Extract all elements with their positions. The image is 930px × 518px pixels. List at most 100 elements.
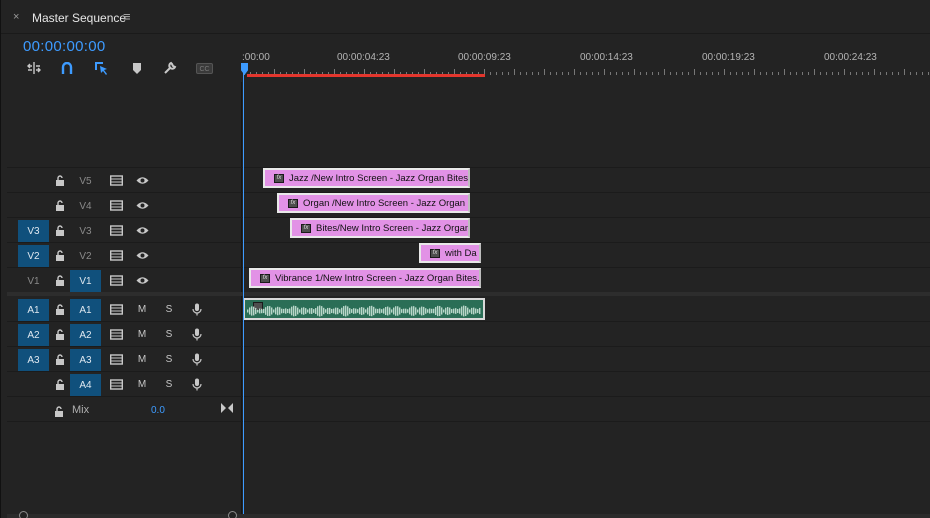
lock-icon[interactable]: [53, 273, 67, 287]
eye-icon[interactable]: [135, 273, 149, 287]
waveform-bar: [253, 306, 255, 316]
source-patch-a2[interactable]: A2: [18, 324, 49, 346]
clip-label: Vibrance 1/New Intro Screen - Jazz Organ…: [275, 272, 481, 284]
lock-icon[interactable]: [53, 327, 67, 341]
source-patch-v1[interactable]: V1: [18, 270, 49, 292]
timeline-panel: × Master Sequence ≡ 00:00:00:00 CC :00:0…: [0, 0, 930, 518]
waveform-bar: [347, 306, 349, 316]
waveform-bar: [369, 306, 371, 316]
sync-lock-icon[interactable]: [109, 273, 123, 287]
voiceover-mic-icon[interactable]: [190, 327, 204, 341]
captions-icon[interactable]: CC: [195, 61, 213, 75]
source-patch-a3[interactable]: A3: [18, 349, 49, 371]
waveform-bar: [307, 309, 309, 313]
sync-lock-icon[interactable]: [109, 352, 123, 366]
video-clip-v4[interactable]: fx Organ /New Intro Screen - Jazz Organ: [277, 193, 470, 213]
source-patch-v2[interactable]: V2: [18, 245, 49, 267]
sync-lock-icon[interactable]: [109, 248, 123, 262]
settings-wrench-icon[interactable]: [162, 61, 178, 75]
source-patch-a1[interactable]: A1: [18, 299, 49, 321]
source-patch-v3[interactable]: V3: [18, 220, 49, 242]
waveform-bar: [263, 308, 265, 314]
track-target-a1[interactable]: A1: [70, 299, 101, 321]
eye-icon[interactable]: [135, 248, 149, 262]
waveform-bar: [417, 309, 419, 313]
playhead-line[interactable]: [243, 72, 244, 518]
video-clip-v5[interactable]: fx Jazz /New Intro Screen - Jazz Organ Bi…: [263, 168, 470, 188]
track-target-v3[interactable]: V3: [70, 220, 101, 242]
audio-clip[interactable]: [243, 298, 485, 320]
sequence-tab-title[interactable]: Master Sequence: [32, 11, 126, 25]
mute-button[interactable]: M: [135, 377, 149, 391]
lock-icon[interactable]: [53, 198, 67, 212]
add-marker-icon[interactable]: [129, 61, 145, 75]
lock-icon[interactable]: [53, 248, 67, 262]
lock-icon[interactable]: [53, 223, 67, 237]
waveform-bar: [391, 309, 393, 313]
video-audio-divider[interactable]: [7, 292, 930, 296]
mute-button[interactable]: M: [135, 302, 149, 316]
snap-icon[interactable]: [59, 61, 75, 75]
waveform-bar: [357, 309, 359, 313]
collapse-icon[interactable]: [221, 400, 233, 418]
playhead-timecode[interactable]: 00:00:00:00: [23, 38, 106, 55]
panel-tab-bar: × Master Sequence ≡: [1, 0, 930, 34]
waveform-bar: [475, 308, 477, 314]
solo-button[interactable]: S: [162, 377, 176, 391]
horizontal-scrollbar[interactable]: [7, 514, 930, 518]
row-divider: [7, 396, 930, 397]
sync-lock-icon[interactable]: [109, 377, 123, 391]
mute-button[interactable]: M: [135, 327, 149, 341]
eye-icon[interactable]: [135, 198, 149, 212]
track-target-a2[interactable]: A2: [70, 324, 101, 346]
waveform-bar: [271, 307, 273, 315]
voiceover-mic-icon[interactable]: [190, 302, 204, 316]
video-clip-v2[interactable]: fx with Da: [419, 243, 481, 263]
sync-lock-icon[interactable]: [109, 302, 123, 316]
lock-icon[interactable]: [53, 173, 67, 187]
sync-lock-icon[interactable]: [109, 327, 123, 341]
solo-button[interactable]: S: [162, 302, 176, 316]
video-clip-v3[interactable]: fx Bites/New Intro Screen - Jazz Organ: [290, 218, 470, 238]
waveform-bar: [335, 307, 337, 315]
voiceover-mic-icon[interactable]: [190, 377, 204, 391]
track-target-v5[interactable]: V5: [70, 170, 101, 192]
sync-lock-icon[interactable]: [109, 173, 123, 187]
waveform-bar: [249, 307, 251, 315]
lock-icon[interactable]: [54, 404, 66, 417]
lock-icon[interactable]: [53, 352, 67, 366]
track-target-a4[interactable]: A4: [70, 374, 101, 396]
header-divider[interactable]: [241, 82, 242, 518]
sync-lock-icon[interactable]: [109, 223, 123, 237]
lock-icon[interactable]: [53, 302, 67, 316]
waveform-bar: [371, 305, 373, 317]
work-area-bar[interactable]: [247, 74, 485, 77]
waveform-bar: [363, 307, 365, 315]
video-clip-v1[interactable]: fx Vibrance 1/New Intro Screen - Jazz Org…: [249, 268, 481, 288]
track-target-v2[interactable]: V2: [70, 245, 101, 267]
waveform-bar: [477, 309, 479, 313]
clip-label: Organ /New Intro Screen - Jazz Organ: [303, 197, 466, 209]
waveform-bar: [387, 306, 389, 316]
insert-edit-icon[interactable]: [26, 61, 42, 75]
solo-button[interactable]: S: [162, 327, 176, 341]
lock-icon[interactable]: [53, 377, 67, 391]
zoom-handle-right[interactable]: [228, 511, 237, 518]
track-target-a3[interactable]: A3: [70, 349, 101, 371]
mute-button[interactable]: M: [135, 352, 149, 366]
mix-volume-value[interactable]: 0.0: [151, 405, 165, 416]
waveform-bar: [345, 305, 347, 317]
eye-icon[interactable]: [135, 173, 149, 187]
linked-selection-icon[interactable]: [94, 61, 110, 75]
ruler-tick-label: 00:00:24:23: [824, 52, 877, 63]
track-target-v4[interactable]: V4: [70, 195, 101, 217]
waveform-bar: [305, 308, 307, 314]
panel-menu-icon[interactable]: ≡: [123, 9, 131, 24]
voiceover-mic-icon[interactable]: [190, 352, 204, 366]
sync-lock-icon[interactable]: [109, 198, 123, 212]
solo-button[interactable]: S: [162, 352, 176, 366]
eye-icon[interactable]: [135, 223, 149, 237]
close-tab-icon[interactable]: ×: [13, 11, 19, 23]
zoom-handle-left[interactable]: [19, 511, 28, 518]
track-target-v1[interactable]: V1: [70, 270, 101, 292]
